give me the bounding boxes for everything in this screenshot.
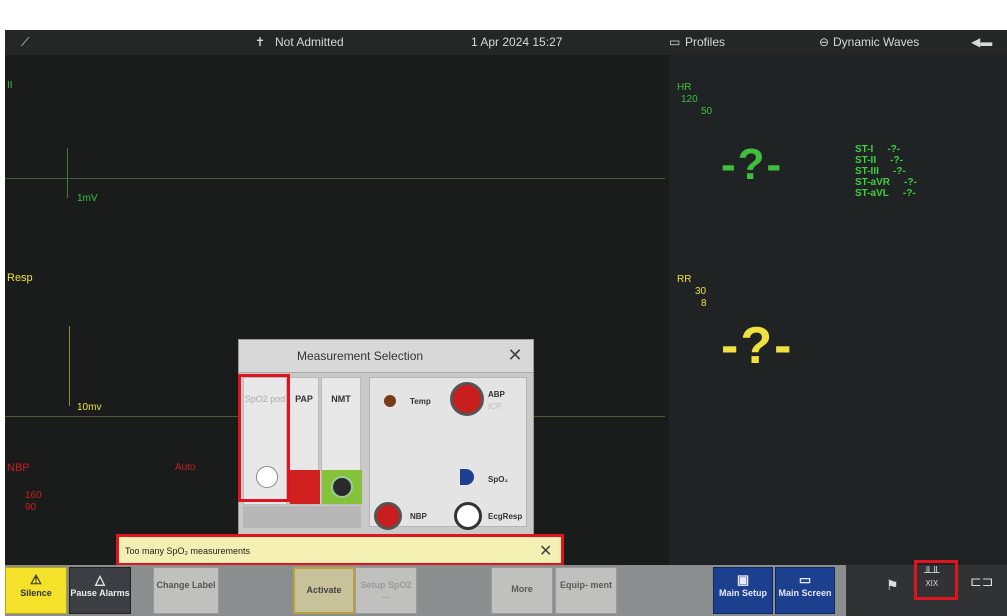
resp-scale: 10mv	[77, 402, 102, 413]
main-setup-button[interactable]: ▣ Main Setup	[713, 567, 773, 614]
measurement-list: Temp ABP ICP SpO₂ NBP EcgResp	[369, 377, 527, 530]
warning-message: Too many SpO₂ measurements	[125, 546, 251, 556]
st-label: ST-III	[855, 166, 879, 177]
silence-button[interactable]: ⚠ Silence	[5, 567, 67, 614]
abp-connector-icon[interactable]	[450, 382, 484, 416]
nbp-connector-icon[interactable]	[374, 502, 402, 530]
datetime: 1 Apr 2024 15:27	[471, 35, 563, 49]
pause-alarms-icon: △	[95, 572, 105, 587]
rr-value[interactable]: -?-	[721, 316, 793, 376]
setup-spo2-button[interactable]: Setup SpO2 ...	[355, 567, 417, 614]
close-icon[interactable]: ✕	[539, 541, 552, 561]
change-label-button[interactable]: Change Label	[153, 567, 219, 614]
highlight-spo2-pod	[238, 374, 290, 502]
hr-label[interactable]: HR	[677, 82, 691, 93]
ecg-wave	[5, 178, 665, 179]
hr-upper: 120	[681, 94, 698, 105]
st-label: ST-I	[855, 144, 874, 155]
dialog-close-icon[interactable]: ✕	[505, 345, 525, 365]
slot-empty	[243, 506, 361, 528]
st-values[interactable]: ST-I -?- ST-II -?- ST-III -?- ST-aVR -?- ST-…	[855, 144, 917, 199]
pap-connector-icon	[290, 470, 320, 504]
dialog-title: Measurement Selection	[297, 349, 424, 363]
ecgresp-connector-icon[interactable]	[454, 502, 482, 530]
measurement-selection-dialog: Measurement Selection ✕ SpO2 pod PAP NMT…	[238, 339, 534, 541]
icp-label: ICP	[488, 402, 502, 411]
spo2-label[interactable]: SpO₂	[488, 475, 508, 484]
slot-label: NMT	[331, 394, 351, 404]
dynamic-waves-icon[interactable]: ⊖	[819, 35, 829, 49]
st-value: -?-	[904, 177, 917, 188]
dynamic-waves-button[interactable]: Dynamic Waves	[833, 35, 919, 49]
st-label: ST-II	[855, 155, 877, 166]
nbp-mode: Auto	[175, 462, 196, 473]
silence-icon: ⚠	[30, 572, 42, 587]
st-value: -?-	[887, 144, 901, 155]
ecg-scale: 1mV	[77, 193, 98, 204]
scroll-icon[interactable]: ⊏⊐	[970, 573, 993, 590]
hr-lower: 50	[701, 106, 713, 117]
rr-upper: 30	[695, 286, 707, 297]
top-status-bar: ⟋ ✝ Not Admitted 1 Apr 2024 15:27 ▭ Prof…	[5, 30, 1007, 55]
resp-calibration-mark	[69, 326, 70, 406]
profiles-button[interactable]: Profiles	[685, 35, 725, 49]
st-value: -?-	[890, 155, 903, 166]
slot-label: PAP	[295, 394, 313, 404]
slot-pap[interactable]: PAP	[289, 377, 320, 505]
ecg-lead-label: II	[7, 80, 13, 91]
nbp-limits: 160 90	[25, 490, 42, 513]
main-screen-icon: ▭	[798, 572, 812, 587]
admit-status[interactable]: Not Admitted	[275, 35, 344, 49]
activate-button[interactable]: Activate	[293, 567, 355, 614]
st-value: -?-	[902, 188, 916, 199]
temp-label[interactable]: Temp	[410, 397, 431, 406]
main-screen-button[interactable]: ▭ Main Screen	[775, 567, 835, 614]
battery-icon: ◀▬	[971, 35, 993, 49]
nbp-label[interactable]: NBP	[7, 462, 30, 474]
st-value: -?-	[892, 166, 906, 177]
ecgresp-label[interactable]: EcgResp	[488, 512, 522, 521]
abp-label[interactable]: ABP	[488, 390, 505, 399]
xix-icon[interactable]: ╨╨ XIX	[924, 568, 940, 589]
main-setup-icon: ▣	[736, 572, 750, 587]
signal-icon: ⟋	[21, 35, 30, 49]
right-toolbar: ⚑ ╨╨ XIX ⊏⊐	[846, 560, 1007, 616]
ecg-calibration-mark	[67, 148, 68, 198]
st-label: ST-aVR	[855, 177, 891, 188]
nmt-connector-icon	[322, 470, 362, 504]
warning-message-bar: Too many SpO₂ measurements ✕	[116, 534, 564, 566]
pause-alarms-button[interactable]: △ Pause Alarms	[69, 567, 131, 614]
equipment-button[interactable]: Equip- ment	[555, 567, 617, 614]
rr-label[interactable]: RR	[677, 274, 691, 285]
spo2-connector-icon[interactable]	[460, 469, 474, 485]
dialog-title-bar: Measurement Selection ✕	[239, 340, 533, 373]
nbp-item-label[interactable]: NBP	[410, 512, 427, 521]
temp-connector-icon[interactable]	[384, 395, 396, 407]
resp-label[interactable]: Resp	[7, 272, 33, 284]
slot-nmt[interactable]: NMT	[321, 377, 362, 505]
numerics-panel	[669, 55, 1007, 585]
st-label: ST-aVL	[855, 188, 889, 199]
profiles-icon[interactable]: ▭	[669, 35, 680, 49]
rr-lower: 8	[701, 298, 707, 309]
patient-icon[interactable]: ✝	[255, 35, 265, 49]
hr-value[interactable]: -?-	[721, 140, 783, 190]
more-button[interactable]: More	[491, 567, 553, 614]
flag-icon[interactable]: ⚑	[886, 577, 899, 594]
